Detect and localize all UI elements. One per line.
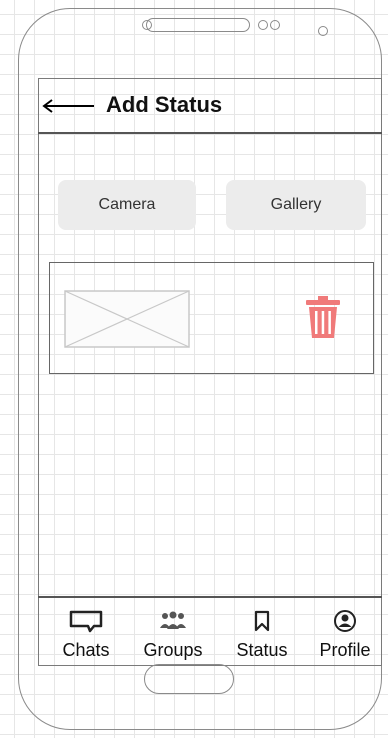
nav-label: Groups	[143, 640, 203, 660]
status-item	[49, 262, 374, 374]
gallery-button[interactable]: Gallery	[226, 180, 366, 230]
sensor-dot	[270, 20, 280, 30]
nav-status[interactable]: Status	[230, 608, 294, 661]
bookmark-icon	[242, 608, 282, 634]
speaker-slot	[146, 18, 250, 32]
image-placeholder-icon	[64, 290, 190, 348]
camera-button[interactable]: Camera	[58, 180, 196, 230]
home-button[interactable]	[144, 664, 234, 694]
page-title: Add Status	[106, 92, 223, 117]
nav-chats[interactable]: Chats	[56, 608, 116, 661]
left-arrow-icon[interactable]	[40, 96, 96, 116]
nav-groups[interactable]: Groups	[138, 608, 208, 661]
nav-profile[interactable]: Profile	[314, 608, 376, 661]
chat-bubble-icon	[66, 608, 106, 634]
nav-label: Profile	[319, 640, 371, 660]
profile-icon	[325, 608, 365, 634]
footer-divider	[38, 596, 382, 598]
nav-label: Chats	[62, 640, 110, 660]
front-camera-dot	[318, 26, 328, 36]
trash-icon[interactable]	[304, 295, 342, 339]
groups-icon	[153, 608, 193, 634]
nav-label: Status	[236, 640, 288, 660]
sensor-dot	[258, 20, 268, 30]
header-divider	[38, 132, 382, 134]
